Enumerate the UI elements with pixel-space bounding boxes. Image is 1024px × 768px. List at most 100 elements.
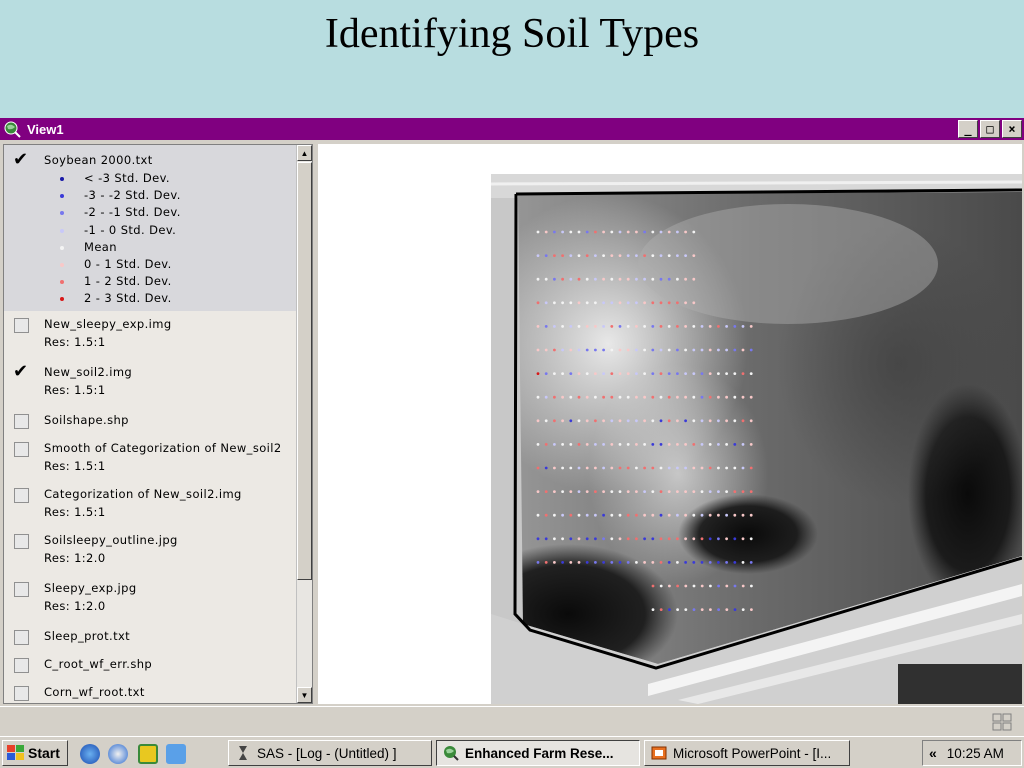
yield-point [708,443,712,446]
layer-name[interactable]: Categorization of New_soil2.img [44,487,297,501]
yield-point [659,513,663,517]
slide-title: Identifying Soil Types [324,11,700,57]
yield-point [733,490,737,493]
layer-checkbox[interactable] [14,442,29,457]
yield-point [684,443,687,446]
grid-resize-icon[interactable] [992,713,1012,731]
yield-point [676,301,679,305]
yield-point [544,443,548,446]
yield-point [692,561,696,564]
yield-point [725,584,729,588]
yield-point [676,537,679,541]
yield-point [717,443,720,446]
desktop-shortcut-icon[interactable] [166,744,186,764]
yield-point [618,490,622,493]
yield-point [684,230,687,234]
start-button[interactable]: Start [2,740,68,766]
yield-point [725,513,728,517]
yield-point [577,277,581,281]
yield-point [692,254,696,257]
layer-name[interactable]: Corn_wf_root.txt [44,685,297,699]
yield-point [725,325,728,328]
clock[interactable]: 10:25 AM [947,746,1004,761]
yield-point [643,395,646,399]
yield-point [618,254,622,257]
yield-point [585,443,589,446]
yield-point [553,230,556,234]
sas-hourglass-icon [239,746,247,760]
window-titlebar[interactable]: View1 _ □ × [0,118,1024,140]
maximize-button[interactable]: □ [980,120,1000,138]
yield-point [561,230,564,234]
close-button[interactable]: × [1002,120,1022,138]
yield-point [700,490,704,493]
yield-point [725,466,728,470]
browser-globe-icon[interactable] [108,744,128,764]
task-button-sas[interactable]: SAS - [Log - (Untitled) ] [228,740,432,766]
yield-point [544,301,548,305]
layer-checkbox[interactable] [14,534,29,549]
yield-point [659,537,663,541]
yield-point [553,561,556,564]
yield-point [561,348,564,352]
task-button-arcview[interactable]: Enhanced Farm Rese... [436,740,640,766]
layer-name[interactable]: Soilsleepy_outline.jpg [44,533,297,547]
layer-checkbox[interactable] [14,414,29,429]
layer-checkbox[interactable] [14,318,29,333]
layer-checkbox[interactable] [14,686,29,701]
yield-point [602,372,605,375]
yield-point [725,395,728,399]
yield-point [651,372,655,375]
layer-name[interactable]: New_soil2.img [44,365,297,379]
yield-point [733,561,737,564]
layer-name[interactable]: Sleep_prot.txt [44,629,297,643]
internet-explorer-icon[interactable] [80,744,100,764]
yield-point [659,419,663,423]
yield-point [708,561,712,564]
yield-point [684,561,687,564]
yield-point [725,608,729,611]
map-display[interactable] [318,144,1022,704]
scroll-thumb[interactable] [297,162,312,580]
layer-name[interactable]: Soybean 2000.txt [44,153,297,167]
layer-name[interactable]: New_sleepy_exp.img [44,317,297,331]
layer-name[interactable]: C_root_wf_err.shp [44,657,297,671]
layer-checkbox[interactable] [14,582,29,597]
yield-point [741,466,745,470]
yield-point [676,561,679,564]
toc-scrollbar[interactable]: ▲ ▼ [296,145,312,703]
layer-checkbox[interactable] [13,361,29,382]
clock-app-icon[interactable] [138,744,158,764]
yield-point [700,584,704,588]
aerial-field-image [491,174,1022,704]
layer-name[interactable]: Soilshape.shp [44,413,297,427]
yield-point [692,466,696,470]
layer-checkbox[interactable] [14,488,29,503]
yield-point [577,395,581,399]
legend-symbol-dot [60,177,64,181]
layer-name[interactable]: Smooth of Categorization of New_soil2 [44,441,297,455]
yield-point [651,443,655,446]
yield-point [741,443,745,446]
yield-point [684,490,687,493]
layer-resolution: Res: 1.5:1 [44,459,106,473]
yield-point [643,561,646,564]
layer-checkbox[interactable] [13,149,29,170]
layer-checkbox[interactable] [14,658,29,673]
task-button-powerpoint[interactable]: Microsoft PowerPoint - [I... [644,740,850,766]
legend-symbol-dot [60,245,64,250]
yield-point [544,561,548,564]
yield-point [643,230,646,234]
tray-expand-icon[interactable]: « [929,745,937,761]
layer-checkbox[interactable] [14,630,29,645]
yield-point [659,230,663,234]
scroll-up-arrow-icon[interactable]: ▲ [297,145,312,161]
yield-point [618,419,622,423]
yield-point [635,230,638,234]
legend-class-label: 2 - 3 Std. Dev. [84,291,172,306]
minimize-button[interactable]: _ [958,120,978,138]
layer-name[interactable]: Sleepy_exp.jpg [44,581,297,595]
scroll-down-arrow-icon[interactable]: ▼ [297,687,312,703]
arcview-globe-icon [444,746,459,761]
yield-point [659,584,663,588]
